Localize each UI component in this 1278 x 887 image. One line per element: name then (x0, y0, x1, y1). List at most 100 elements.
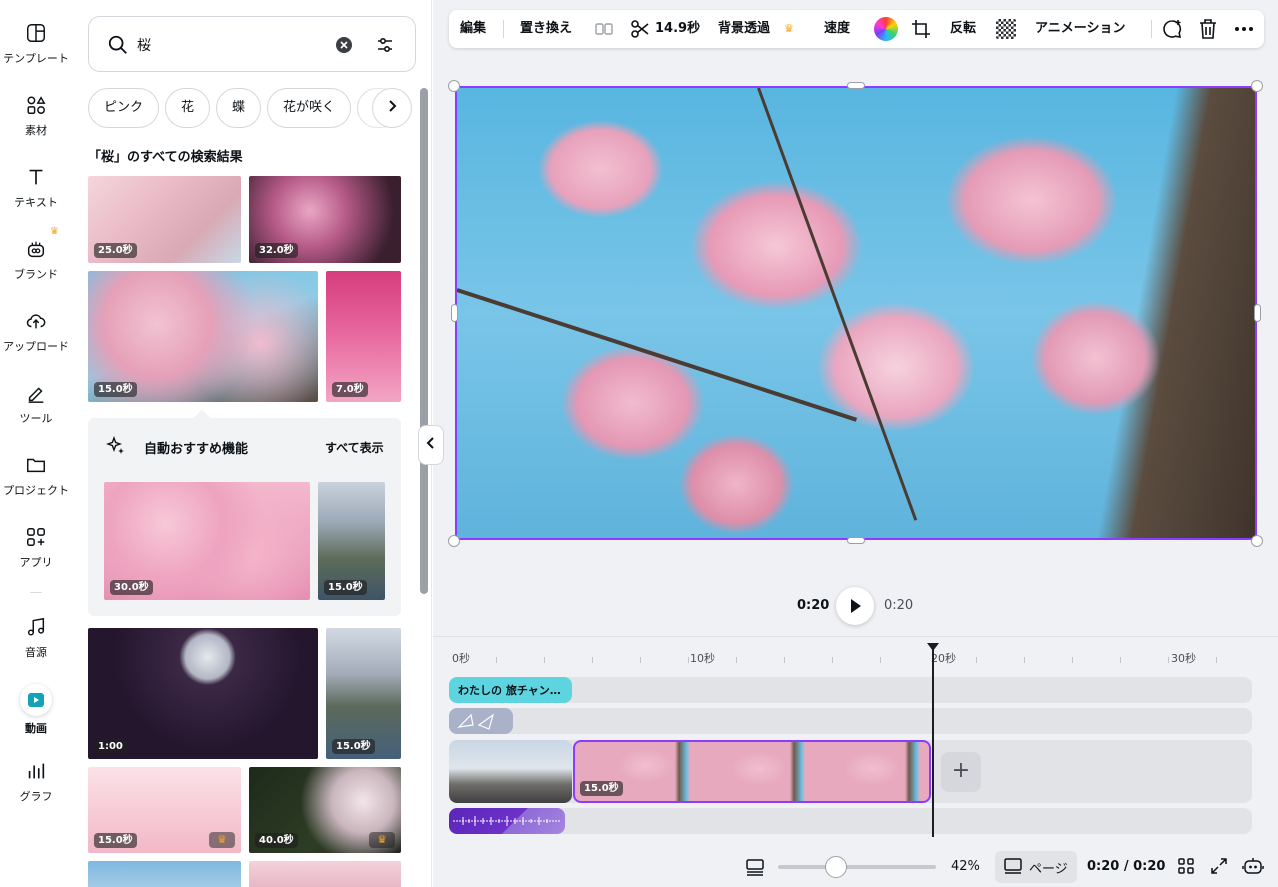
duration-badge: 15.0秒 (94, 833, 137, 848)
chip[interactable]: 花が咲く (267, 88, 352, 128)
video-thumbnail[interactable]: 30.0秒 (104, 482, 310, 600)
rail-item-tools[interactable]: ツール (0, 382, 72, 444)
rail-label: テンプレート (3, 52, 69, 65)
trash-icon[interactable] (1198, 18, 1218, 40)
split-icon[interactable] (595, 20, 613, 38)
rail-item-text[interactable]: テキスト (0, 166, 72, 228)
video-canvas[interactable] (455, 86, 1257, 540)
color-wheel-icon[interactable] (874, 17, 898, 41)
more-icon[interactable] (1234, 26, 1254, 32)
video-thumbnail[interactable]: 1:00 (88, 628, 318, 759)
filter-icon[interactable] (375, 35, 395, 55)
resize-handle[interactable] (1251, 80, 1263, 92)
ruler-tick (880, 657, 881, 663)
chip[interactable]: ピンク (88, 88, 160, 128)
zoom-slider-knob[interactable] (825, 856, 847, 878)
speed-button[interactable]: 速度 (824, 10, 850, 48)
fullscreen-icon[interactable] (1210, 857, 1228, 875)
resize-handle[interactable] (1251, 535, 1263, 547)
grid-view-icon[interactable] (1177, 857, 1195, 875)
play-button[interactable] (836, 587, 874, 625)
collapse-panel-button[interactable] (418, 425, 444, 465)
rail-label: アップロード (3, 340, 69, 353)
video-thumbnail[interactable]: 40.0秒 ♛ (249, 767, 401, 853)
video-thumbnail[interactable]: 15.0秒 (318, 482, 385, 600)
video-thumbnail[interactable] (88, 861, 241, 887)
ruler-tick (832, 657, 833, 663)
rail-item-projects[interactable]: プロジェクト (0, 454, 72, 516)
graphic-track (449, 708, 1252, 734)
chevron-left-icon (426, 437, 434, 449)
video-thumbnail[interactable] (249, 861, 401, 887)
assistant-icon[interactable] (1242, 856, 1264, 876)
folder-icon (27, 458, 45, 473)
video-thumbnail[interactable]: 15.0秒 (326, 628, 401, 759)
search-icon (108, 35, 127, 54)
resize-handle[interactable] (1254, 304, 1261, 322)
add-clip-button[interactable]: + (941, 752, 981, 792)
transparency-icon[interactable] (996, 19, 1016, 39)
zoom-slider-track[interactable] (778, 865, 936, 869)
rail-label: 動画 (25, 722, 47, 735)
rail-item-apps[interactable]: アプリ (0, 526, 72, 588)
video-thumbnail[interactable]: 25.0秒 (88, 176, 241, 263)
animation-button[interactable]: アニメーション (1035, 10, 1125, 48)
rail-item-templates[interactable]: テンプレート (0, 22, 72, 84)
playhead-knob[interactable] (927, 643, 939, 651)
replace-button[interactable]: 置き換え (520, 10, 572, 48)
rail-label: アプリ (19, 556, 53, 569)
resize-handle[interactable] (847, 537, 865, 544)
video-thumbnail[interactable]: 7.0秒 (326, 271, 401, 402)
edit-button[interactable]: 編集 (460, 10, 486, 48)
selected-video-clip[interactable]: 15.0秒 (573, 740, 931, 803)
show-all-link[interactable]: すべて表示 (325, 439, 384, 456)
paper-plane-icon (457, 713, 495, 730)
comment-add-icon[interactable] (1161, 18, 1183, 40)
rail-item-brand[interactable]: ブランド (0, 238, 72, 300)
rail-item-elements[interactable]: 素材 (0, 94, 72, 156)
rail-item-audio[interactable]: 音源 (0, 616, 72, 678)
ruler-label: 30秒 (1171, 652, 1196, 665)
chips-next-button[interactable] (372, 88, 412, 128)
rail-label: テキスト (14, 196, 58, 209)
rail-label: 素材 (25, 124, 47, 137)
duration-badge: 1:00 (94, 739, 127, 754)
flip-button[interactable]: 反転 (950, 10, 976, 48)
crop-icon[interactable] (911, 19, 931, 39)
rail-item-video[interactable]: 動画 (0, 684, 72, 746)
search-input[interactable]: 桜 (137, 35, 151, 55)
music-icon (27, 617, 45, 636)
video-thumbnail[interactable]: 15.0秒 (88, 271, 318, 402)
pages-button[interactable]: ページ (995, 851, 1077, 883)
search-box[interactable]: 桜 (88, 16, 416, 72)
duration-badge: 15.0秒 (94, 382, 137, 397)
ruler-tick (1024, 657, 1025, 663)
chip[interactable]: 蝶 (216, 88, 262, 128)
ruler-tick (592, 657, 593, 663)
rail-label: ツール (19, 412, 53, 425)
timeline-view-icon[interactable] (745, 857, 765, 877)
clear-search-icon[interactable] (335, 36, 353, 54)
resize-handle[interactable] (448, 535, 460, 547)
resize-handle[interactable] (448, 80, 460, 92)
video-clip[interactable] (449, 740, 572, 803)
scissors-icon[interactable] (630, 19, 650, 39)
bg-remove-button[interactable]: 背景透過 (718, 10, 770, 48)
resize-handle[interactable] (847, 82, 865, 89)
trim-duration[interactable]: 14.9秒 (655, 10, 700, 48)
audio-clip[interactable] (449, 808, 565, 834)
playhead[interactable] (932, 645, 934, 837)
resize-handle[interactable] (451, 304, 458, 322)
chip[interactable]: 花 (165, 88, 211, 128)
video-thumbnail[interactable]: 15.0秒 ♛ (88, 767, 241, 853)
side-rail: テンプレート 素材 テキスト ♛ ブランド アップロード ツール プロジェクト … (0, 0, 72, 887)
graphic-clip[interactable] (449, 708, 513, 734)
panel-scrollbar[interactable] (420, 88, 428, 594)
text-clip[interactable]: わたしの 旅チャン… (449, 677, 572, 703)
premium-crown-icon: ♛ (369, 832, 395, 848)
premium-crown-icon: ♛ (209, 832, 235, 848)
rail-item-charts[interactable]: グラフ (0, 760, 72, 822)
duration-badge: 40.0秒 (255, 833, 298, 848)
rail-item-upload[interactable]: アップロード (0, 310, 72, 372)
video-thumbnail[interactable]: 32.0秒 (249, 176, 401, 263)
